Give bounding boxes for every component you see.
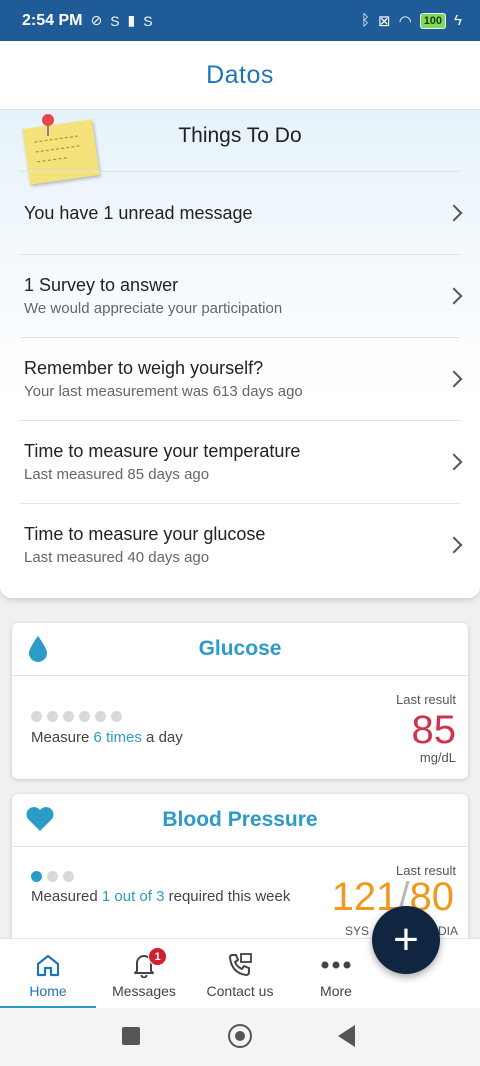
progress-dot bbox=[95, 711, 106, 722]
progress-dot bbox=[79, 711, 90, 722]
nav-home-label: Home bbox=[29, 983, 67, 999]
glucose-value: 85 bbox=[411, 708, 457, 752]
bp-frequency-text: Measured 1 out of 3 required this week bbox=[31, 888, 291, 905]
todo-list: You have 1 unread message 1 Survey to an… bbox=[0, 171, 480, 586]
status-time: 2:54 PM bbox=[22, 11, 83, 29]
s-app-icon-2: S bbox=[143, 12, 153, 29]
todo-item-glucose[interactable]: Time to measure your glucose Last measur… bbox=[20, 503, 463, 586]
glucose-card[interactable]: Glucose Measure 6 times a day Last resul… bbox=[12, 623, 468, 779]
charging-icon: ϟ bbox=[454, 12, 462, 29]
todo-item-subtitle: Your last measurement was 613 days ago bbox=[24, 383, 303, 400]
s-app-icon: S bbox=[110, 12, 120, 29]
recents-button[interactable] bbox=[122, 1027, 140, 1045]
blood-pressure-title: Blood Pressure bbox=[162, 808, 318, 831]
phone-contact-icon bbox=[227, 951, 253, 979]
transit-icon: ▮ bbox=[127, 12, 136, 28]
more-dots-icon bbox=[321, 951, 351, 979]
things-to-do-title: Things To Do bbox=[178, 124, 302, 147]
bluetooth-icon: ᛒ bbox=[361, 12, 371, 29]
todo-item-weigh[interactable]: Remember to weigh yourself? Your last me… bbox=[20, 337, 463, 420]
todo-item-subtitle: We would appreciate your participation bbox=[24, 300, 283, 317]
glucose-unit: mg/dL bbox=[419, 750, 456, 765]
todo-item-title: You have 1 unread message bbox=[24, 202, 253, 223]
todo-item-subtitle: Last measured 85 days ago bbox=[24, 466, 210, 483]
home-system-button[interactable] bbox=[228, 1024, 252, 1048]
todo-item-title: Remember to weigh yourself? bbox=[24, 358, 264, 378]
app-bar: Datos bbox=[0, 41, 480, 109]
todo-item-survey[interactable]: 1 Survey to answer We would appreciate y… bbox=[20, 254, 463, 337]
progress-dot bbox=[31, 711, 42, 722]
status-bar: 2:54 PM ⊘ S ▮ S ᛒ ⊠ ◠ 100 ϟ bbox=[0, 0, 480, 41]
glucose-frequency-text: Measure 6 times a day bbox=[31, 729, 183, 746]
progress-dot bbox=[47, 871, 58, 882]
app-logo: Datos bbox=[206, 60, 274, 89]
nav-messages[interactable]: 1 Messages bbox=[96, 939, 192, 1009]
progress-dot-filled bbox=[31, 871, 42, 882]
glucose-card-header: Glucose bbox=[12, 623, 468, 676]
progress-dot bbox=[111, 711, 122, 722]
nav-contact-label: Contact us bbox=[206, 983, 274, 999]
nav-more-label: More bbox=[320, 983, 352, 999]
glucose-card-body: Measure 6 times a day Last result 85 mg/… bbox=[12, 676, 468, 779]
nav-home[interactable]: Home bbox=[0, 939, 96, 1009]
battery-icon: 100 bbox=[419, 12, 447, 29]
todo-item-temperature[interactable]: Time to measure your temperature Last me… bbox=[20, 420, 463, 503]
nav-messages-label: Messages bbox=[112, 983, 176, 999]
glucose-last-result-label: Last result bbox=[396, 692, 456, 707]
back-button[interactable] bbox=[338, 1025, 355, 1047]
messages-badge: 1 bbox=[148, 947, 167, 966]
bp-sys-label: SYS bbox=[345, 924, 370, 938]
todo-item-title: Time to measure your glucose bbox=[24, 524, 266, 544]
progress-dot bbox=[63, 711, 74, 722]
glucose-progress-dots bbox=[31, 711, 122, 722]
bp-dia-label: DIA bbox=[438, 924, 459, 938]
nav-more[interactable]: More bbox=[288, 939, 384, 1009]
blood-pressure-card-header: Blood Pressure bbox=[12, 794, 468, 847]
dnd-icon: ⊘ bbox=[90, 12, 103, 28]
todo-item-unread-message[interactable]: You have 1 unread message bbox=[20, 171, 463, 254]
no-sim-icon: ⊠ bbox=[378, 12, 391, 30]
home-icon bbox=[35, 951, 61, 979]
heart-icon bbox=[26, 806, 54, 837]
nav-contact-us[interactable]: Contact us bbox=[192, 939, 288, 1009]
glucose-title: Glucose bbox=[198, 637, 282, 660]
todo-item-title: 1 Survey to answer bbox=[24, 275, 179, 295]
progress-dot bbox=[47, 711, 58, 722]
drop-icon bbox=[26, 635, 50, 668]
todo-item-subtitle: Last measured 40 days ago bbox=[24, 549, 210, 566]
system-navigation-bar bbox=[0, 1008, 480, 1066]
wifi-icon: ◠ bbox=[398, 12, 412, 30]
todo-item-title: Time to measure your temperature bbox=[24, 441, 301, 461]
progress-dot bbox=[63, 871, 74, 882]
add-measurement-button[interactable]: + bbox=[372, 906, 440, 974]
bp-progress-dots bbox=[31, 871, 74, 882]
things-to-do-card: Things To Do You have 1 unread message 1… bbox=[0, 110, 480, 598]
